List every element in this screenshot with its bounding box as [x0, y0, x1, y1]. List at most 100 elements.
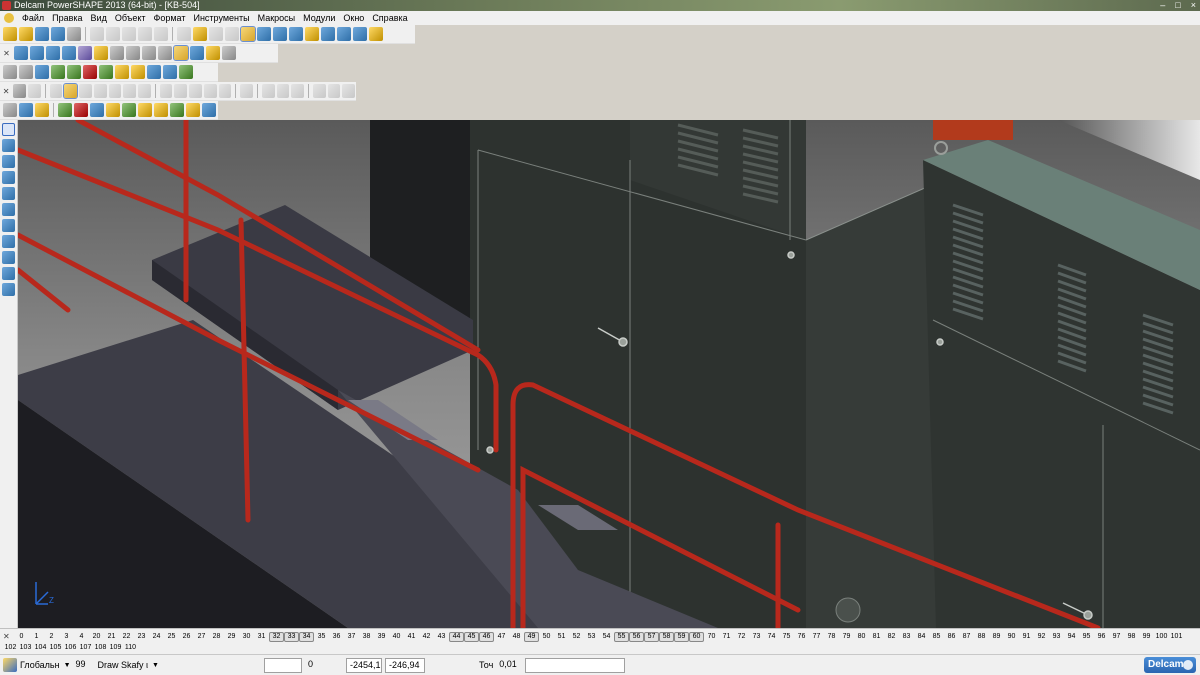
shell-icon[interactable]: [108, 84, 122, 98]
select-icon[interactable]: [19, 103, 33, 117]
level-button[interactable]: 89: [989, 632, 1004, 642]
dimension-snap-icon[interactable]: [210, 658, 224, 672]
link-icon[interactable]: [327, 84, 341, 98]
line-icon[interactable]: [2, 171, 15, 184]
level-button[interactable]: 20: [89, 632, 104, 642]
symbol-icon[interactable]: [170, 103, 184, 117]
level-button[interactable]: 95: [1079, 632, 1094, 642]
menu-tools[interactable]: Инструменты: [189, 13, 253, 23]
level-button[interactable]: 81: [869, 632, 884, 642]
tolerance-field[interactable]: 0,01: [496, 658, 522, 673]
level-button[interactable]: 110: [123, 643, 138, 653]
workplane-select[interactable]: Глобальн ▼: [18, 658, 73, 673]
level-button[interactable]: 76: [794, 632, 809, 642]
level-button[interactable]: 46: [479, 632, 494, 642]
drawing-icon[interactable]: [202, 103, 216, 117]
zoom-in-icon[interactable]: [126, 46, 140, 60]
level-button[interactable]: 72: [734, 632, 749, 642]
history-icon[interactable]: [261, 84, 275, 98]
boolean-intersect-icon[interactable]: [189, 84, 202, 98]
texture-icon[interactable]: [115, 65, 129, 79]
cube-group-icon[interactable]: [138, 103, 152, 117]
level-button[interactable]: 83: [899, 632, 914, 642]
level-button[interactable]: 44: [449, 632, 464, 642]
level-button[interactable]: 54: [599, 632, 614, 642]
level-button[interactable]: 79: [839, 632, 854, 642]
menu-window[interactable]: Окно: [339, 13, 368, 23]
split-icon[interactable]: [203, 84, 217, 98]
cut-icon[interactable]: [90, 27, 104, 41]
new-file-icon[interactable]: [3, 27, 17, 41]
curve-icon[interactable]: [273, 27, 287, 41]
level-button[interactable]: 31: [254, 632, 269, 642]
level-button[interactable]: 93: [1049, 632, 1064, 642]
menu-modules[interactable]: Модули: [299, 13, 339, 23]
level-button[interactable]: 70: [704, 632, 719, 642]
open-model-icon[interactable]: [35, 27, 49, 41]
cut-solid-icon[interactable]: [137, 84, 151, 98]
solid-edit-icon[interactable]: [49, 84, 63, 98]
pan-icon[interactable]: [94, 46, 108, 60]
color-icon[interactable]: [83, 65, 97, 79]
level-button[interactable]: 107: [78, 643, 93, 653]
level-button[interactable]: 82: [884, 632, 899, 642]
export-icon[interactable]: [163, 65, 177, 79]
menu-help[interactable]: Справка: [368, 13, 411, 23]
chamfer-icon[interactable]: [93, 84, 107, 98]
hand-icon[interactable]: [222, 46, 236, 60]
wizard-icon[interactable]: [369, 27, 383, 41]
mirror-icon[interactable]: [218, 84, 232, 98]
level-button[interactable]: 99: [1139, 632, 1154, 642]
text-icon[interactable]: [289, 27, 303, 41]
level-button[interactable]: 28: [209, 632, 224, 642]
dimension-icon[interactable]: [2, 251, 15, 264]
level-button[interactable]: 78: [824, 632, 839, 642]
close-icon[interactable]: ✕: [3, 632, 12, 641]
polygon-icon[interactable]: [2, 219, 15, 232]
level-button[interactable]: 71: [719, 632, 734, 642]
cube-stack-icon[interactable]: [154, 103, 168, 117]
import-icon[interactable]: [179, 65, 193, 79]
level-button[interactable]: 97: [1109, 632, 1124, 642]
select-arrow-icon[interactable]: [2, 123, 15, 136]
level-button[interactable]: 77: [809, 632, 824, 642]
assembly-icon[interactable]: [147, 65, 161, 79]
menu-edit[interactable]: Правка: [48, 13, 86, 23]
copy-solid-icon[interactable]: [312, 84, 326, 98]
level-button[interactable]: 0: [14, 632, 29, 642]
level-button[interactable]: 53: [584, 632, 599, 642]
level-button[interactable]: 39: [374, 632, 389, 642]
level-button[interactable]: 73: [749, 632, 764, 642]
coord-y-field[interactable]: -246,94: [384, 657, 425, 673]
minimize-button[interactable]: –: [1160, 0, 1165, 11]
cube-green-icon[interactable]: [122, 103, 136, 117]
level-button[interactable]: 37: [344, 632, 359, 642]
level-button[interactable]: 34: [299, 632, 314, 642]
menu-object[interactable]: Объект: [111, 13, 150, 23]
level-button[interactable]: 80: [854, 632, 869, 642]
undo-icon[interactable]: [177, 27, 191, 41]
print-icon[interactable]: [67, 27, 81, 41]
wireframe-icon[interactable]: [209, 27, 223, 41]
close-icon[interactable]: ✕: [2, 87, 10, 96]
feature-icon[interactable]: [240, 84, 253, 98]
snap-grid-icon[interactable]: [178, 658, 192, 672]
paste-icon[interactable]: [122, 27, 136, 41]
level-button[interactable]: 56: [629, 632, 644, 642]
shade-icon[interactable]: [321, 27, 335, 41]
level-button[interactable]: 94: [1064, 632, 1079, 642]
level-button[interactable]: 35: [314, 632, 329, 642]
workplane-icon[interactable]: [3, 658, 17, 672]
level-button[interactable]: 24: [149, 632, 164, 642]
angle-icon[interactable]: [2, 283, 15, 296]
solid-snap-icon[interactable]: [194, 658, 208, 672]
workplane-icon[interactable]: [2, 155, 15, 168]
menu-file[interactable]: Файл: [18, 13, 48, 23]
menu-format[interactable]: Формат: [150, 13, 190, 23]
level-button[interactable]: 58: [659, 632, 674, 642]
select-cursor-icon[interactable]: [240, 26, 256, 42]
level-button[interactable]: 52: [569, 632, 584, 642]
maximize-button[interactable]: □: [1175, 0, 1180, 11]
model-viewport[interactable]: Z: [18, 120, 1200, 628]
play-icon[interactable]: [99, 65, 113, 79]
